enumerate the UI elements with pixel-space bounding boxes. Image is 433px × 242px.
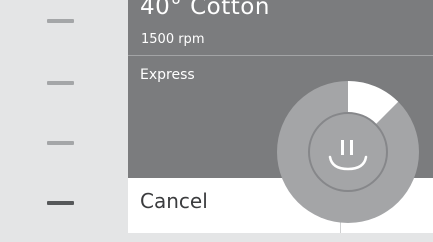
- rail-indicator[interactable]: [47, 19, 74, 23]
- side-rail: [0, 0, 128, 242]
- rail-indicator-active[interactable]: [47, 201, 74, 205]
- progress-dial[interactable]: [277, 81, 419, 223]
- spin-speed: 1500 rpm: [141, 32, 205, 47]
- rail-indicator[interactable]: [47, 81, 74, 85]
- option-label: Express: [140, 67, 195, 83]
- program-panel[interactable]: 40° Cotton 1500 rpm: [128, 0, 433, 55]
- program-title: 40° Cotton: [140, 0, 270, 20]
- progress-dial-graphic: [277, 81, 419, 223]
- cancel-button[interactable]: Cancel: [140, 189, 208, 213]
- rail-indicator[interactable]: [47, 141, 74, 145]
